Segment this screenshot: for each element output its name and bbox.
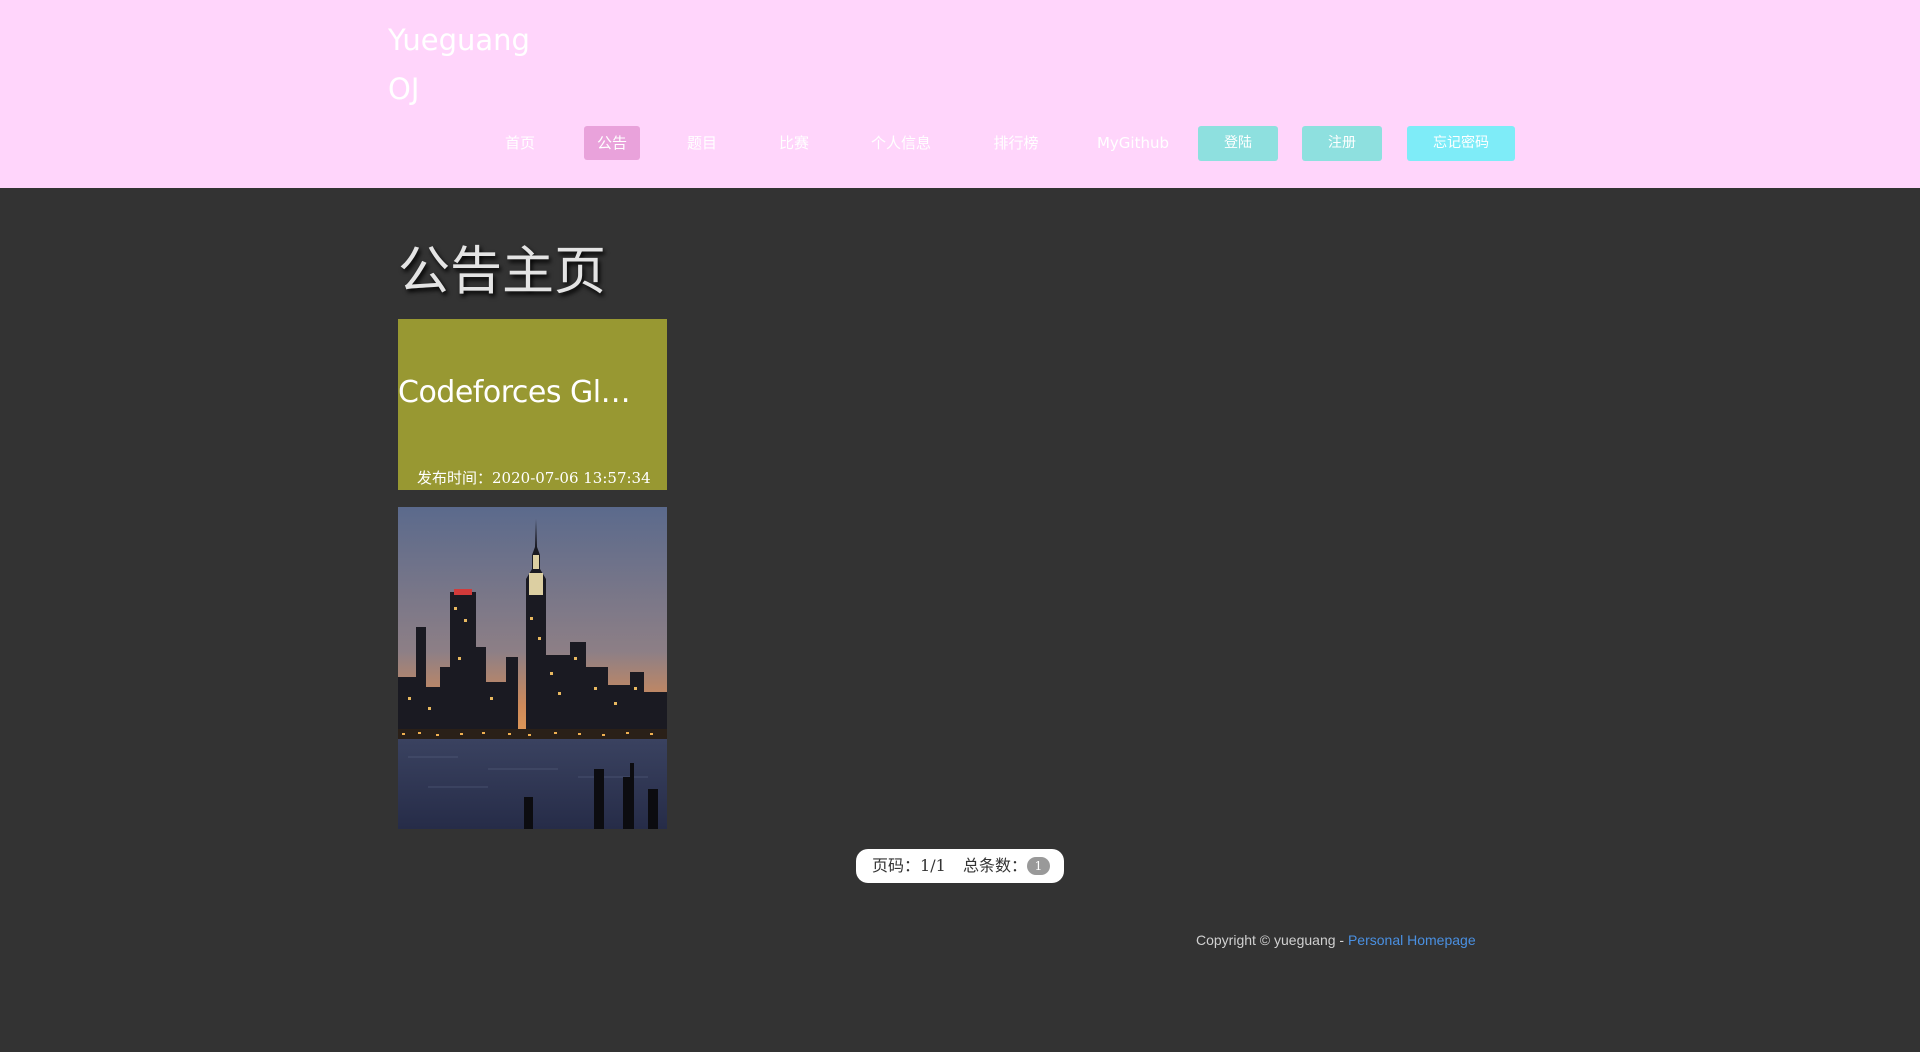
nav-item-profile[interactable]: 个人信息 (864, 126, 938, 160)
page-title: 公告主页 (398, 242, 607, 302)
notice-date-label: 发布时间： (417, 469, 493, 487)
total-count-badge: 1 (1027, 857, 1050, 875)
nav-item-home[interactable]: 首页 (496, 126, 544, 160)
brand-line-2[interactable]: OJ (388, 65, 548, 114)
total-count-label: 总条数： (963, 856, 1028, 875)
skyline-illustration (398, 507, 667, 829)
top-header: Yueguang OJ 首页 公告 题目 比赛 个人信息 排行榜 MyGithu… (0, 0, 1920, 188)
site-logo[interactable]: Yueguang OJ (388, 16, 548, 114)
page-indicator: 页码：1/1 (872, 849, 946, 883)
brand-line-1[interactable]: Yueguang (388, 16, 548, 65)
notice-date: 发布时间：2020-07-06 13:57:34 (417, 467, 651, 488)
page-label: 页码： (872, 856, 921, 875)
nav-item-contests[interactable]: 比赛 (770, 126, 818, 160)
notice-date-value: 2020-07-06 13:57:34 (492, 469, 651, 487)
copyright-text: Copyright © yueguang - (1196, 932, 1348, 948)
page-value: 1/1 (920, 856, 946, 875)
nav-item-problems[interactable]: 题目 (678, 126, 726, 160)
nav-item-notices[interactable]: 公告 (584, 126, 640, 160)
nav-item-ranking[interactable]: 排行榜 (988, 126, 1044, 160)
personal-homepage-link[interactable]: Personal Homepage (1348, 932, 1476, 948)
footer: Copyright © yueguang - Personal Homepage (1196, 932, 1476, 948)
login-button[interactable]: 登陆 (1198, 126, 1278, 161)
notice-card[interactable]: Codeforces Global Round 发布时间：2020-07-06 … (398, 319, 667, 490)
nav-item-github[interactable]: MyGithub (1094, 126, 1172, 160)
pagination-info: 页码：1/1 总条数： 1 (856, 849, 1064, 883)
city-skyline-image (398, 507, 667, 829)
register-button[interactable]: 注册 (1302, 126, 1382, 161)
notice-title[interactable]: Codeforces Global Round (398, 370, 640, 416)
forgot-password-button[interactable]: 忘记密码 (1407, 126, 1515, 161)
